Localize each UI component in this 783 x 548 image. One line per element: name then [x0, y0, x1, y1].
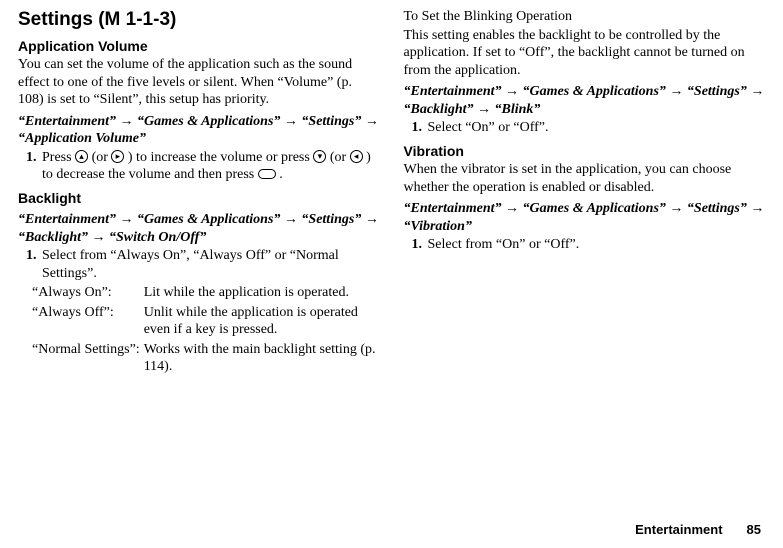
- arrow-icon: →: [365, 212, 379, 227]
- key-right-icon: ▸: [111, 150, 124, 163]
- backlight-options: “Always On”: Lit while the application i…: [32, 284, 380, 378]
- nav-seg: “Entertainment”: [18, 212, 116, 227]
- arrow-icon: →: [669, 201, 683, 216]
- nav-seg: “Switch On/Off”: [109, 230, 206, 245]
- key-left-icon: ◂: [350, 150, 363, 163]
- vibration-navpath: “Entertainment” → “Games & Applications”…: [404, 200, 766, 235]
- vibration-steps: Select from “On” or “Off”.: [404, 236, 766, 254]
- arrow-icon: →: [750, 201, 764, 216]
- backlight-navpath: “Entertainment” → “Games & Applications”…: [18, 211, 380, 246]
- vibration-body: When the vibrator is set in the applicat…: [404, 161, 766, 196]
- footer-page-number: 85: [747, 522, 761, 538]
- backlight-steps: Select from “Always On”, “Always Off” or…: [18, 247, 380, 282]
- blink-steps: Select “On” or “Off”.: [404, 119, 766, 137]
- nav-seg: “Games & Applications”: [523, 201, 666, 216]
- option-key: “Normal Settings”:: [32, 341, 144, 378]
- arrow-icon: →: [505, 84, 519, 99]
- step-text: (or: [92, 150, 112, 165]
- nav-seg: “Blink”: [495, 102, 541, 117]
- nav-seg: “Entertainment”: [404, 84, 502, 99]
- step-text: .: [279, 167, 283, 182]
- arrow-icon: →: [477, 102, 491, 117]
- nav-seg: “Settings”: [301, 212, 361, 227]
- nav-seg: “Games & Applications”: [523, 84, 666, 99]
- table-row: “Always Off”: Unlit while the applicatio…: [32, 304, 380, 341]
- nav-seg: “Settings”: [301, 114, 361, 129]
- list-item: Press ▴ (or ▸ ) to increase the volume o…: [40, 149, 380, 184]
- nav-seg: “Vibration”: [404, 219, 472, 234]
- blink-body: This setting enables the backlight to be…: [404, 27, 766, 80]
- nav-seg: “Entertainment”: [404, 201, 502, 216]
- vibration-heading: Vibration: [404, 143, 766, 161]
- appvol-heading: Application Volume: [18, 38, 380, 56]
- right-column: To Set the Blinking Operation This setti…: [404, 8, 766, 522]
- columns: Settings (M 1-1-3) Application Volume Yo…: [18, 8, 765, 522]
- footer: Entertainment 85: [18, 522, 765, 548]
- appvol-steps: Press ▴ (or ▸ ) to increase the volume o…: [18, 149, 380, 184]
- table-row: “Always On”: Lit while the application i…: [32, 284, 380, 304]
- arrow-icon: →: [505, 201, 519, 216]
- nav-seg: “Backlight”: [404, 102, 474, 117]
- step-text: ) to increase the volume or press: [128, 150, 313, 165]
- key-up-icon: ▴: [75, 150, 88, 163]
- blink-heading: To Set the Blinking Operation: [404, 8, 766, 26]
- page-title: Settings (M 1-1-3): [18, 8, 380, 32]
- step-text: (or: [330, 150, 350, 165]
- footer-section: Entertainment: [635, 522, 722, 538]
- appvol-body: You can set the volume of the applicatio…: [18, 56, 380, 109]
- nav-seg: “Games & Applications”: [137, 114, 280, 129]
- blink-navpath: “Entertainment” → “Games & Applications”…: [404, 83, 766, 118]
- left-column: Settings (M 1-1-3) Application Volume Yo…: [18, 8, 380, 522]
- nav-seg: “Settings”: [687, 84, 747, 99]
- option-key: “Always On”:: [32, 284, 144, 304]
- arrow-icon: →: [669, 84, 683, 99]
- list-item: Select from “Always On”, “Always Off” or…: [40, 247, 380, 282]
- arrow-icon: →: [120, 114, 134, 129]
- list-item: Select from “On” or “Off”.: [426, 236, 766, 254]
- nav-seg: “Backlight”: [18, 230, 88, 245]
- key-center-icon: [258, 169, 276, 179]
- arrow-icon: →: [284, 114, 298, 129]
- step-text: Select from “On” or “Off”.: [428, 237, 580, 252]
- step-text: Select from “Always On”, “Always Off” or…: [42, 248, 339, 281]
- nav-seg: “Settings”: [687, 201, 747, 216]
- option-val: Lit while the application is operated.: [144, 284, 380, 304]
- option-key: “Always Off”:: [32, 304, 144, 341]
- backlight-heading: Backlight: [18, 190, 380, 208]
- option-val: Unlit while the application is operated …: [144, 304, 380, 341]
- nav-seg: “Application Volume”: [18, 131, 146, 146]
- option-val: Works with the main backlight setting (p…: [144, 341, 380, 378]
- arrow-icon: →: [284, 212, 298, 227]
- table-row: “Normal Settings”: Works with the main b…: [32, 341, 380, 378]
- list-item: Select “On” or “Off”.: [426, 119, 766, 137]
- key-down-icon: ▾: [313, 150, 326, 163]
- step-text: Press: [42, 150, 75, 165]
- arrow-icon: →: [365, 114, 379, 129]
- arrow-icon: →: [750, 84, 764, 99]
- arrow-icon: →: [92, 230, 106, 245]
- step-text: Select “On” or “Off”.: [428, 120, 549, 135]
- nav-seg: “Entertainment”: [18, 114, 116, 129]
- arrow-icon: →: [120, 212, 134, 227]
- nav-seg: “Games & Applications”: [137, 212, 280, 227]
- page: Settings (M 1-1-3) Application Volume Yo…: [0, 0, 783, 548]
- appvol-navpath: “Entertainment” → “Games & Applications”…: [18, 113, 380, 148]
